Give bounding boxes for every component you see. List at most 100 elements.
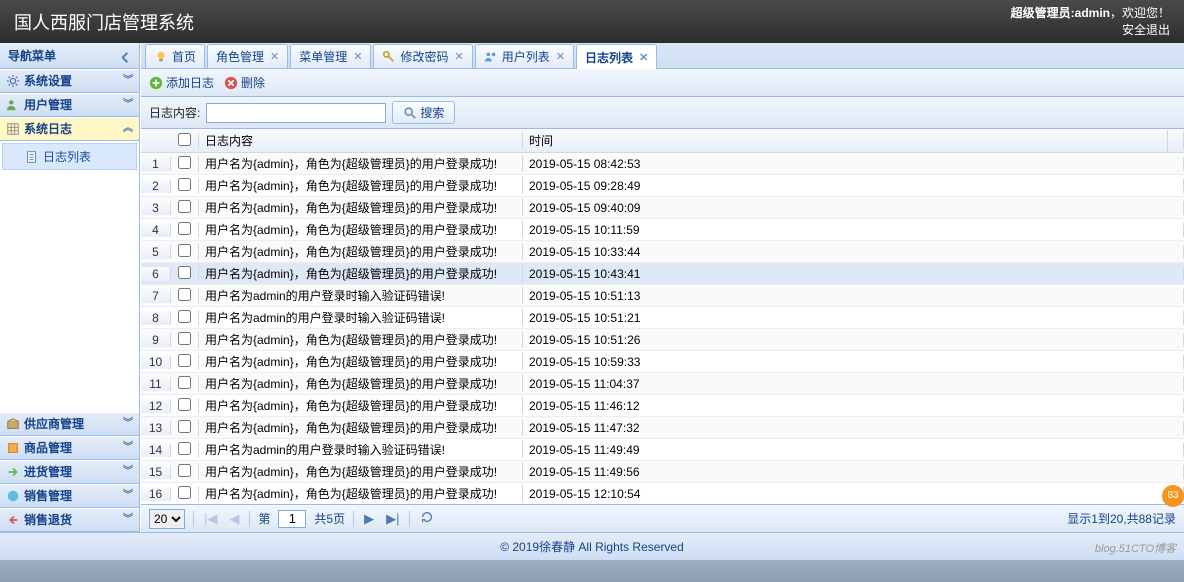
sidebar-panel-3[interactable]: 供应商管理︾ [0,412,139,436]
sidebar-panel-6[interactable]: 销售管理︾ [0,484,139,508]
cell-content: 用户名为{admin}，角色为{超级管理员}的用户登录成功! [199,463,523,480]
grid-header: 日志内容 时间 [141,129,1184,153]
sidebar-panel-1[interactable]: 用户管理︾ [0,93,139,117]
row-checkbox[interactable] [178,332,191,345]
table-row[interactable]: 14用户名为admin的用户登录时输入验证码错误!2019-05-15 11:4… [141,439,1184,461]
in-icon [6,465,20,479]
tab-1[interactable]: 角色管理✕ [207,44,288,68]
row-checkbox[interactable] [178,288,191,301]
row-checkbox[interactable] [178,310,191,323]
row-checkbox[interactable] [178,464,191,477]
row-checkbox[interactable] [178,442,191,455]
row-checkbox[interactable] [178,266,191,279]
sidebar-panel-0[interactable]: 系统设置︾ [0,69,139,93]
row-checkbox[interactable] [178,178,191,191]
prev-page-button[interactable]: ◀ [227,511,241,527]
page-size-select[interactable]: 20 [149,509,185,529]
chevron-icon: ︾ [123,412,133,436]
box-icon [6,417,20,431]
chevron-icon: ︾ [123,436,133,460]
table-row[interactable]: 11用户名为{admin}，角色为{超级管理员}的用户登录成功!2019-05-… [141,373,1184,395]
tab-5[interactable]: 日志列表✕ [576,44,657,69]
col-time-header[interactable]: 时间 [523,132,1184,149]
table-row[interactable]: 1用户名为{admin}，角色为{超级管理员}的用户登录成功!2019-05-1… [141,153,1184,175]
os-taskbar [0,560,1184,582]
users-icon [6,98,20,112]
header-right: 超级管理员:admin，欢迎您！ 安全退出 [1011,5,1170,39]
row-checkbox[interactable] [178,244,191,257]
table-row[interactable]: 5用户名为{admin}，角色为{超级管理员}的用户登录成功!2019-05-1… [141,241,1184,263]
grid-body[interactable]: 1用户名为{admin}，角色为{超级管理员}的用户登录成功!2019-05-1… [141,153,1184,504]
row-checkbox[interactable] [178,354,191,367]
next-page-button[interactable]: ▶ [362,511,376,527]
cell-content: 用户名为{admin}，角色为{超级管理员}的用户登录成功! [199,353,523,370]
tab-3[interactable]: 修改密码✕ [373,44,472,68]
table-row[interactable]: 8用户名为admin的用户登录时输入验证码错误!2019-05-15 10:51… [141,307,1184,329]
tab-4[interactable]: 用户列表✕ [475,44,574,68]
close-icon[interactable]: ✕ [353,50,362,63]
col-content-header[interactable]: 日志内容 [199,132,523,149]
first-page-button[interactable]: |◀ [202,511,219,527]
table-row[interactable]: 6用户名为{admin}，角色为{超级管理员}的用户登录成功!2019-05-1… [141,263,1184,285]
chevron-icon: ︾ [123,508,133,532]
logout-link[interactable]: 安全退出 [1011,22,1170,39]
cell-content: 用户名为{admin}，角色为{超级管理员}的用户登录成功! [199,331,523,348]
cell-content: 用户名为{admin}，角色为{超级管理员}的用户登录成功! [199,375,523,392]
tab-2[interactable]: 菜单管理✕ [290,44,371,68]
cell-content: 用户名为admin的用户登录时输入验证码错误! [199,287,523,304]
row-checkbox[interactable] [178,486,191,499]
cell-content: 用户名为{admin}，角色为{超级管理员}的用户登录成功! [199,243,523,260]
table-row[interactable]: 15用户名为{admin}，角色为{超级管理员}的用户登录成功!2019-05-… [141,461,1184,483]
delete-button[interactable]: 删除 [224,74,265,91]
cell-content: 用户名为{admin}，角色为{超级管理员}的用户登录成功! [199,221,523,238]
table-row[interactable]: 3用户名为{admin}，角色为{超级管理员}的用户登录成功!2019-05-1… [141,197,1184,219]
sidebar-panel-2[interactable]: 系统日志︽ [0,117,139,141]
collapse-left-icon[interactable] [118,48,133,63]
cell-time: 2019-05-15 10:33:44 [523,245,1184,259]
cell-content: 用户名为admin的用户登录时输入验证码错误! [199,309,523,326]
cell-content: 用户名为admin的用户登录时输入验证码错误! [199,441,523,458]
toolbar: 添加日志 删除 [141,69,1184,97]
row-checkbox[interactable] [178,156,191,169]
search-label: 日志内容: [149,104,200,121]
table-row[interactable]: 9用户名为{admin}，角色为{超级管理员}的用户登录成功!2019-05-1… [141,329,1184,351]
search-button[interactable]: 搜索 [392,101,455,124]
tab-0[interactable]: 首页 [145,44,205,68]
select-all-checkbox[interactable] [178,133,191,146]
tree-item-0[interactable]: 日志列表 [2,143,137,170]
col-checkbox[interactable] [171,133,199,149]
row-checkbox[interactable] [178,420,191,433]
table-row[interactable]: 10用户名为{admin}，角色为{超级管理员}的用户登录成功!2019-05-… [141,351,1184,373]
gear-icon [6,74,20,88]
table-row[interactable]: 2用户名为{admin}，角色为{超级管理员}的用户登录成功!2019-05-1… [141,175,1184,197]
cell-time: 2019-05-15 10:59:33 [523,355,1184,369]
cell-time: 2019-05-15 09:40:09 [523,201,1184,215]
row-checkbox[interactable] [178,222,191,235]
pager: 20 |◀ ◀ 第 共5页 ▶ ▶| 显示1到20,共88记录 [141,504,1184,532]
notification-badge[interactable]: 83 [1162,485,1184,507]
sidebar-panel-5[interactable]: 进货管理︾ [0,460,139,484]
table-row[interactable]: 12用户名为{admin}，角色为{超级管理员}的用户登录成功!2019-05-… [141,395,1184,417]
refresh-button[interactable] [418,510,436,527]
close-icon[interactable]: ✕ [639,51,648,64]
cell-time: 2019-05-15 11:46:12 [523,399,1184,413]
table-row[interactable]: 13用户名为{admin}，角色为{超级管理员}的用户登录成功!2019-05-… [141,417,1184,439]
grid-icon [6,122,20,136]
sidebar-panel-7[interactable]: 销售退货︾ [0,508,139,532]
last-page-button[interactable]: ▶| [384,511,401,527]
page-input[interactable] [278,510,306,528]
close-icon[interactable]: ✕ [270,50,279,63]
sidebar-panel-4[interactable]: 商品管理︾ [0,436,139,460]
table-row[interactable]: 7用户名为admin的用户登录时输入验证码错误!2019-05-15 10:51… [141,285,1184,307]
row-checkbox[interactable] [178,200,191,213]
users2-icon [484,50,498,64]
row-checkbox[interactable] [178,376,191,389]
row-checkbox[interactable] [178,398,191,411]
cell-content: 用户名为{admin}，角色为{超级管理员}的用户登录成功! [199,485,523,502]
search-input[interactable] [206,103,386,123]
add-log-button[interactable]: 添加日志 [149,74,214,91]
table-row[interactable]: 16用户名为{admin}，角色为{超级管理员}的用户登录成功!2019-05-… [141,483,1184,504]
table-row[interactable]: 4用户名为{admin}，角色为{超级管理员}的用户登录成功!2019-05-1… [141,219,1184,241]
close-icon[interactable]: ✕ [556,50,565,63]
close-icon[interactable]: ✕ [455,50,464,63]
